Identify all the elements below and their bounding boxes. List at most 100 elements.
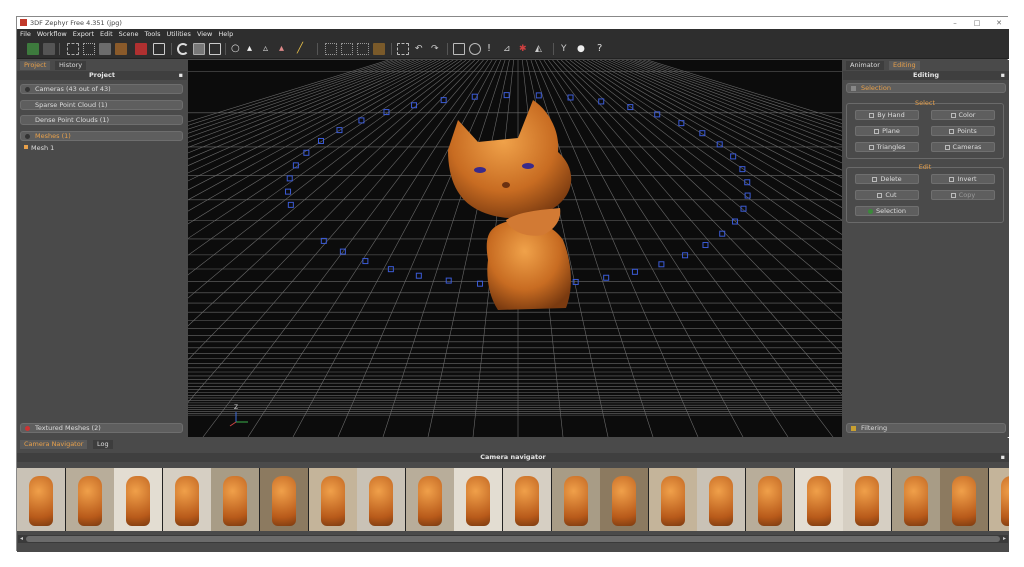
camera-marker[interactable] <box>678 120 685 127</box>
tab-log[interactable]: Log <box>93 440 113 449</box>
panel-menu-icon[interactable]: ▪ <box>179 71 183 80</box>
menu-utilities[interactable]: Utilities <box>163 29 193 40</box>
camera-icon[interactable] <box>153 43 165 55</box>
camera-thumbnail[interactable] <box>746 468 794 531</box>
camera-thumbnail[interactable] <box>794 468 843 531</box>
select-all-icon[interactable] <box>67 43 79 55</box>
menu-help[interactable]: Help <box>215 29 236 40</box>
scroll-left-icon[interactable]: ◂ <box>18 535 25 543</box>
camera-thumbnail[interactable] <box>405 468 454 531</box>
focus-icon[interactable] <box>469 43 481 55</box>
menu-edit[interactable]: Edit <box>97 29 116 40</box>
tree-textured-meshes[interactable]: Textured Meshes (2) <box>20 423 183 433</box>
camera-marker[interactable] <box>535 92 542 99</box>
camera-marker[interactable] <box>730 153 737 160</box>
expand-icon[interactable] <box>25 87 30 92</box>
mesh-icon[interactable] <box>115 43 127 55</box>
expand-icon[interactable] <box>25 134 30 139</box>
minimize-button[interactable]: – <box>945 17 965 29</box>
help-icon[interactable]: ? <box>597 43 609 55</box>
menu-view[interactable]: View <box>194 29 215 40</box>
camera-marker[interactable] <box>362 258 369 265</box>
open-project-icon[interactable] <box>43 43 55 55</box>
camera-thumbnail[interactable] <box>65 468 114 531</box>
filter-icon[interactable]: Y <box>561 43 573 55</box>
camera-thumbnail[interactable] <box>600 468 649 531</box>
maximize-button[interactable]: □ <box>967 17 987 29</box>
tree-mesh-1[interactable]: Mesh 1 <box>24 144 54 153</box>
filtering-section-header[interactable]: Filtering <box>846 423 1006 433</box>
axis-icon[interactable] <box>357 43 369 55</box>
camera-marker[interactable] <box>567 94 574 101</box>
camera-marker[interactable] <box>682 252 689 259</box>
camera-marker[interactable] <box>445 277 452 284</box>
camera-thumbnail[interactable] <box>162 468 211 531</box>
sparse-cloud-icon[interactable] <box>83 43 95 55</box>
camera-marker[interactable] <box>411 102 418 109</box>
dense-cloud-icon[interactable] <box>99 43 111 55</box>
camera-thumbnail-strip[interactable] <box>17 468 1009 531</box>
camera-thumbnail[interactable] <box>211 468 260 531</box>
camera-marker[interactable] <box>503 92 510 99</box>
scroll-right-icon[interactable]: ▸ <box>1001 535 1008 543</box>
scrollbar-thumb[interactable] <box>26 536 1000 542</box>
select-color-button[interactable]: Color <box>931 110 995 120</box>
control-point-icon[interactable]: ⊿ <box>503 43 515 55</box>
orbit-icon[interactable] <box>177 43 189 55</box>
tab-camera-navigator[interactable]: Camera Navigator <box>20 440 88 449</box>
vr-icon[interactable]: ● <box>577 43 589 55</box>
panel-menu-icon[interactable]: ▪ <box>1001 453 1005 462</box>
measure-icon[interactable]: ! <box>487 43 499 55</box>
points-icon[interactable]: ▴ <box>247 43 259 55</box>
pan-icon[interactable] <box>209 43 221 55</box>
panel-menu-icon[interactable]: ▪ <box>1001 71 1005 80</box>
select-by-hand-button[interactable]: By Hand <box>855 110 919 120</box>
new-project-icon[interactable] <box>27 43 39 55</box>
mesh-visible-checkbox[interactable] <box>24 145 28 149</box>
camera-thumbnail[interactable] <box>503 468 551 531</box>
menu-scene[interactable]: Scene <box>116 29 142 40</box>
grid-icon[interactable] <box>325 43 337 55</box>
camera-thumbnail[interactable] <box>989 468 1009 531</box>
select-triangles-button[interactable]: Triangles <box>855 142 919 152</box>
brush-icon[interactable]: ╱ <box>297 43 309 55</box>
marker-icon[interactable]: ✱ <box>519 43 531 55</box>
camera-thumbnail[interactable] <box>940 468 989 531</box>
invert-button[interactable]: Invert <box>931 174 995 184</box>
camera-marker[interactable] <box>603 274 610 281</box>
camera-thumbnail[interactable] <box>260 468 308 531</box>
tree-sparse-cloud[interactable]: Sparse Point Cloud (1) <box>20 100 183 110</box>
bbox-icon[interactable] <box>341 43 353 55</box>
3d-viewport[interactable]: Z <box>188 60 842 437</box>
selection-button[interactable]: Selection <box>855 206 919 216</box>
tab-project[interactable]: Project <box>20 61 51 70</box>
tab-animator[interactable]: Animator <box>846 61 884 70</box>
camera-thumbnail[interactable] <box>697 468 746 531</box>
select-plane-button[interactable]: Plane <box>855 126 919 136</box>
rotate-active-icon[interactable] <box>193 43 205 55</box>
camera-thumbnail[interactable] <box>454 468 503 531</box>
redo-icon[interactable]: ↷ <box>431 43 443 55</box>
frame-icon[interactable] <box>397 43 409 55</box>
tree-dense-clouds[interactable]: Dense Point Clouds (1) <box>20 115 183 125</box>
undo-icon[interactable]: ↶ <box>415 43 427 55</box>
navigator-scrollbar[interactable]: ◂ ▸ <box>18 535 1008 543</box>
select-cameras-button[interactable]: Cameras <box>931 142 995 152</box>
menu-workflow[interactable]: Workflow <box>34 29 70 40</box>
camera-thumbnail[interactable] <box>891 468 940 531</box>
select-points-button[interactable]: Points <box>931 126 995 136</box>
cat-mesh-model[interactable] <box>448 100 572 310</box>
camera-marker[interactable] <box>702 242 709 249</box>
camera-marker[interactable] <box>286 175 293 182</box>
copy-button[interactable]: Copy <box>931 190 995 200</box>
cut-button[interactable]: Cut <box>855 190 919 200</box>
camera-thumbnail[interactable] <box>357 468 406 531</box>
menu-export[interactable]: Export <box>70 29 97 40</box>
camera-thumbnail[interactable] <box>551 468 600 531</box>
tab-editing[interactable]: Editing <box>889 61 920 70</box>
camera-marker[interactable] <box>658 261 665 268</box>
section-icon[interactable]: ◭ <box>535 43 547 55</box>
selection-section-header[interactable]: Selection <box>846 83 1006 93</box>
camera-thumbnail[interactable] <box>843 468 892 531</box>
tree-cameras[interactable]: Cameras (43 out of 43) <box>20 84 183 94</box>
